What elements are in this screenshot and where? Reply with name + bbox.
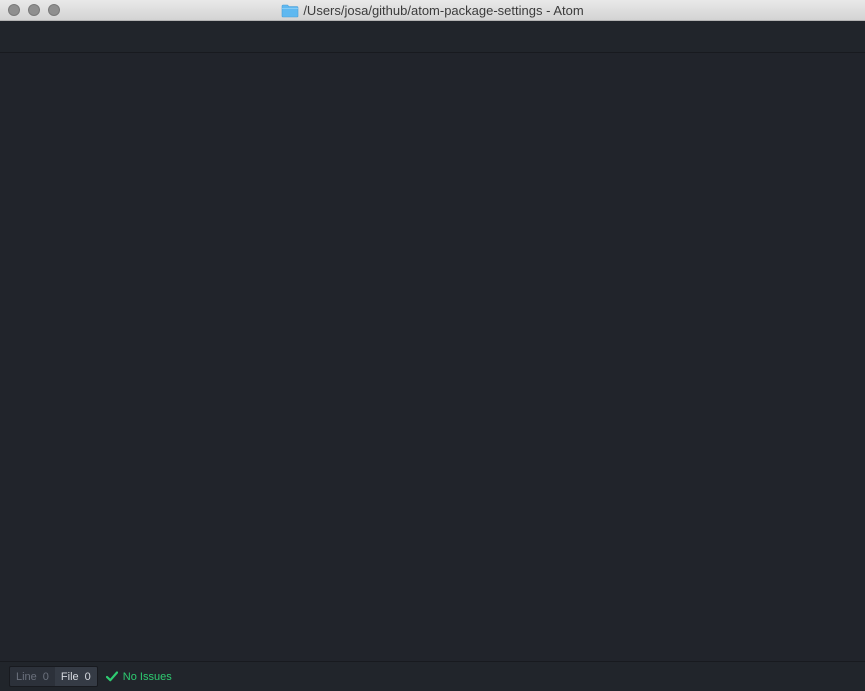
window-title: /Users/josa/github/atom-package-settings… <box>303 3 584 18</box>
atom-window: /Users/josa/github/atom-package-settings… <box>0 0 865 691</box>
linter-scope-tabs: Line 0 File 0 <box>9 666 98 687</box>
no-issues-text: No Issues <box>122 670 172 683</box>
tab-bar[interactable] <box>0 21 865 53</box>
linter-file-count: 0 <box>84 670 91 683</box>
editor-workspace[interactable] <box>0 53 865 661</box>
linter-status[interactable]: No Issues <box>105 670 172 683</box>
status-bar: Line 0 File 0 No Issues <box>0 661 865 691</box>
linter-line-count: 0 <box>42 670 49 683</box>
checkmark-icon <box>105 671 118 682</box>
linter-file-label: File <box>60 670 79 683</box>
folder-icon <box>282 4 299 17</box>
linter-line-tab[interactable]: Line 0 <box>10 667 55 686</box>
window-title-group: /Users/josa/github/atom-package-settings… <box>0 0 865 21</box>
title-bar[interactable]: /Users/josa/github/atom-package-settings… <box>0 0 865 21</box>
linter-file-tab[interactable]: File 0 <box>54 667 97 686</box>
linter-line-label: Line <box>16 670 37 683</box>
